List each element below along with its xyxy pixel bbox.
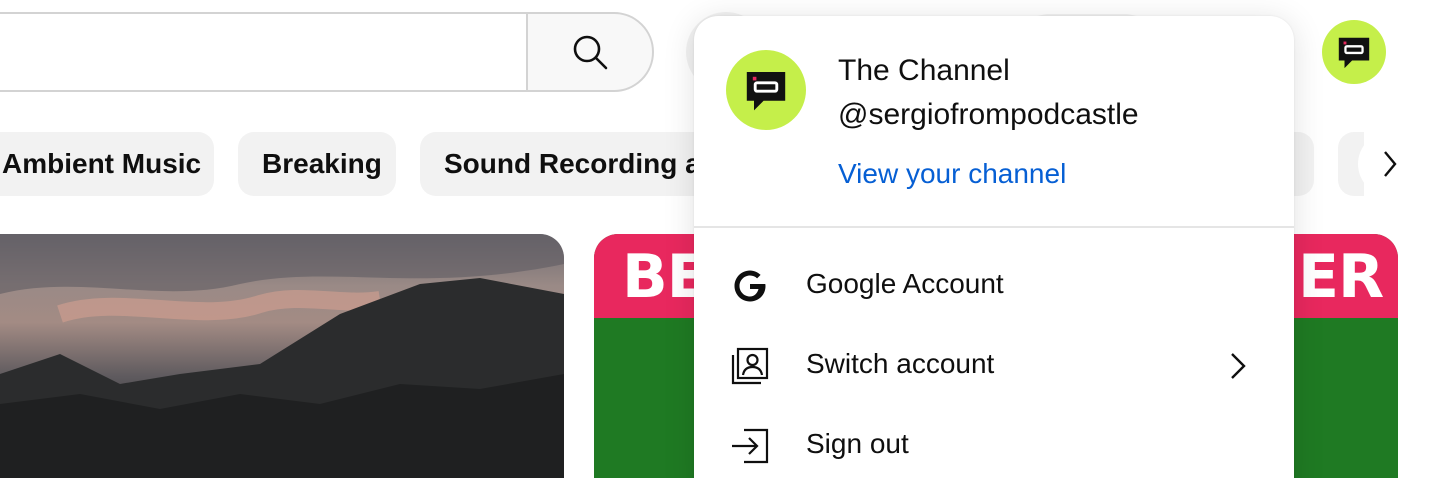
channel-avatar	[726, 50, 806, 130]
view-channel-link[interactable]: View your channel	[838, 158, 1066, 190]
menu-item-switch-account[interactable]: Switch account	[694, 324, 1294, 404]
account-menu: The Channel @sergiofrompodcastle View yo…	[694, 16, 1294, 478]
channel-logo-icon	[1338, 37, 1370, 69]
sign-out-icon	[728, 424, 772, 468]
chevron-right-icon	[1384, 151, 1397, 177]
menu-item-label: Switch account	[806, 348, 995, 379]
menu-divider	[694, 226, 1294, 228]
avatar-button[interactable]	[1322, 20, 1386, 84]
channel-logo-icon	[746, 72, 786, 111]
mountain-scene-image	[0, 234, 564, 478]
menu-item-label: Sign out	[806, 428, 909, 459]
chip-ambient-music[interactable]: Ambient Music	[0, 132, 214, 196]
search-input[interactable]	[0, 12, 528, 92]
chip-breaking[interactable]: Breaking	[238, 132, 396, 196]
search-button[interactable]	[526, 12, 654, 92]
menu-item-sign-out[interactable]: Sign out	[694, 404, 1294, 478]
google-icon	[728, 264, 772, 308]
video-thumbnail[interactable]	[0, 234, 564, 478]
channel-handle: @sergiofrompodcastle	[838, 98, 1139, 131]
menu-item-label: Google Account	[806, 268, 1004, 299]
search-icon	[573, 35, 608, 70]
chevron-right-icon	[1231, 353, 1246, 379]
channel-name: The Channel	[838, 54, 1010, 87]
switch-account-icon	[728, 344, 772, 388]
menu-item-google-account[interactable]: Google Account	[694, 244, 1294, 324]
thumbnail-overlay-text: ER	[1298, 242, 1384, 312]
chips-next-button[interactable]	[1358, 132, 1422, 196]
